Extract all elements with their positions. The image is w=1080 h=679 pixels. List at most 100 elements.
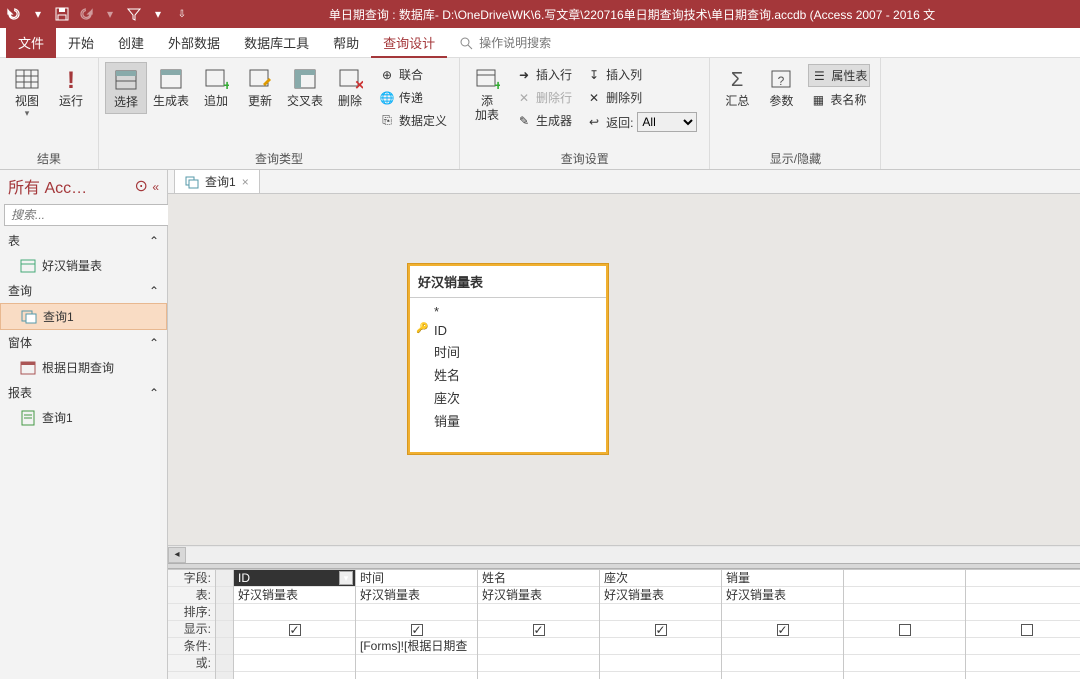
nav-form-item[interactable]: 根据日期查询: [0, 355, 167, 380]
grid-sort-cell[interactable]: [478, 604, 599, 621]
nav-section-tables[interactable]: 表⌃: [0, 228, 167, 253]
grid-sort-cell[interactable]: [722, 604, 843, 621]
query-design-surface[interactable]: 好汉销量表 * 🔑ID 时间 姓名 座次 销量: [168, 194, 1080, 545]
grid-show-cell[interactable]: [234, 621, 355, 638]
menu-search[interactable]: 操作说明搜索: [459, 34, 551, 51]
grid-show-cell[interactable]: [844, 621, 965, 638]
grid-column[interactable]: [966, 570, 1080, 679]
grid-show-cell[interactable]: [722, 621, 843, 638]
grid-criteria-cell[interactable]: [234, 638, 355, 655]
nav-report-item[interactable]: 查询1: [0, 405, 167, 430]
select-query-button[interactable]: 选择: [105, 62, 147, 114]
scroll-track[interactable]: [186, 547, 1080, 563]
menu-file[interactable]: 文件: [6, 27, 56, 58]
grid-show-cell[interactable]: [600, 621, 721, 638]
grid-show-cell[interactable]: [478, 621, 599, 638]
chevron-down-circle-icon[interactable]: ⊙: [134, 178, 147, 195]
chevron-down-icon[interactable]: ▾: [339, 571, 353, 585]
delete-query-button[interactable]: × 删除: [329, 62, 371, 112]
tab-query1[interactable]: 查询1 ×: [174, 169, 260, 193]
grid-sort-cell[interactable]: [234, 604, 355, 621]
crosstab-button[interactable]: 交叉表: [283, 62, 327, 112]
union-button[interactable]: ⊕联合: [377, 64, 449, 85]
maketable-button[interactable]: 生成表: [149, 62, 193, 112]
grid-field-cell[interactable]: [966, 570, 1080, 587]
grid-or-cell[interactable]: [356, 655, 477, 672]
close-icon[interactable]: ×: [242, 175, 249, 189]
grid-show-cell[interactable]: [966, 621, 1080, 638]
grid-field-cell[interactable]: 销量: [722, 570, 843, 587]
chevron-down-icon[interactable]: ▾: [30, 6, 46, 22]
grid-or-cell[interactable]: [600, 655, 721, 672]
table-field[interactable]: *: [410, 302, 606, 321]
grid-column[interactable]: 座次好汉销量表: [600, 570, 722, 679]
collapse-icon[interactable]: «: [152, 180, 159, 194]
passthru-button[interactable]: 🌐传递: [377, 87, 449, 108]
grid-column[interactable]: ID▾好汉销量表: [234, 570, 356, 679]
grid-column[interactable]: [844, 570, 966, 679]
table-field[interactable]: 时间: [410, 340, 606, 363]
grid-show-cell[interactable]: [356, 621, 477, 638]
grid-field-cell[interactable]: [844, 570, 965, 587]
grid-or-cell[interactable]: [722, 655, 843, 672]
redo-icon[interactable]: [78, 6, 94, 22]
update-button[interactable]: 更新: [239, 62, 281, 112]
nav-section-queries[interactable]: 查询⌃: [0, 278, 167, 303]
show-checkbox[interactable]: [533, 624, 545, 636]
grid-table-cell[interactable]: 好汉销量表: [478, 587, 599, 604]
qat-customize-icon[interactable]: ⇩: [174, 6, 190, 22]
menu-start[interactable]: 开始: [56, 27, 106, 58]
show-checkbox[interactable]: [411, 624, 423, 636]
grid-table-cell[interactable]: [966, 587, 1080, 604]
append-button[interactable]: + 追加: [195, 62, 237, 112]
grid-field-cell[interactable]: 座次: [600, 570, 721, 587]
grid-sort-cell[interactable]: [600, 604, 721, 621]
save-icon[interactable]: [54, 6, 70, 22]
scroll-left-icon[interactable]: ◂: [168, 547, 186, 563]
table-field[interactable]: 姓名: [410, 363, 606, 386]
table-field[interactable]: 🔑ID: [410, 321, 606, 340]
propsheet-button[interactable]: ☰属性表: [808, 64, 870, 87]
menu-help[interactable]: 帮助: [321, 27, 371, 58]
grid-criteria-cell[interactable]: [600, 638, 721, 655]
nav-query-item[interactable]: 查询1: [0, 303, 167, 330]
hscrollbar[interactable]: ◂: [168, 545, 1080, 563]
table-field[interactable]: 座次: [410, 386, 606, 409]
nav-table-item[interactable]: 好汉销量表: [0, 253, 167, 278]
grid-or-cell[interactable]: [478, 655, 599, 672]
show-checkbox[interactable]: [289, 624, 301, 636]
inscol-button[interactable]: ↧插入列: [584, 64, 699, 85]
grid-sort-cell[interactable]: [966, 604, 1080, 621]
grid-or-cell[interactable]: [966, 655, 1080, 672]
insrow-button[interactable]: ➜插入行: [514, 64, 574, 85]
grid-criteria-cell[interactable]: [Forms]![根据日期查: [356, 638, 477, 655]
datadef-button[interactable]: ⎘数据定义: [377, 110, 449, 131]
grid-column[interactable]: 销量好汉销量表: [722, 570, 844, 679]
return-select[interactable]: All: [637, 112, 697, 132]
run-button[interactable]: ! 运行: [50, 62, 92, 112]
table-box[interactable]: 好汉销量表 * 🔑ID 时间 姓名 座次 销量: [408, 264, 608, 454]
show-checkbox[interactable]: [655, 624, 667, 636]
menu-querydesign[interactable]: 查询设计: [371, 27, 447, 58]
grid-table-cell[interactable]: 好汉销量表: [356, 587, 477, 604]
grid-criteria-cell[interactable]: [966, 638, 1080, 655]
tablenames-button[interactable]: ▦表名称: [808, 89, 870, 110]
grid-or-cell[interactable]: [844, 655, 965, 672]
grid-or-cell[interactable]: [234, 655, 355, 672]
delcol-button[interactable]: ✕删除列: [584, 87, 699, 108]
grid-column[interactable]: 时间好汉销量表[Forms]![根据日期查: [356, 570, 478, 679]
builder-button[interactable]: ✎生成器: [514, 110, 574, 131]
grid-table-cell[interactable]: 好汉销量表: [722, 587, 843, 604]
show-checkbox[interactable]: [777, 624, 789, 636]
grid-table-cell[interactable]: [844, 587, 965, 604]
grid-column[interactable]: 姓名好汉销量表: [478, 570, 600, 679]
addtable-button[interactable]: + 添 加表: [466, 62, 508, 126]
grid-sort-cell[interactable]: [844, 604, 965, 621]
params-button[interactable]: ? 参数: [760, 62, 802, 112]
undo-icon[interactable]: [6, 6, 22, 22]
filter-icon[interactable]: [126, 6, 142, 22]
grid-field-cell[interactable]: ID▾: [234, 570, 355, 587]
show-checkbox[interactable]: [899, 624, 911, 636]
chevron-down-icon[interactable]: ▾: [102, 6, 118, 22]
view-button[interactable]: 视图 ▾: [6, 62, 48, 123]
